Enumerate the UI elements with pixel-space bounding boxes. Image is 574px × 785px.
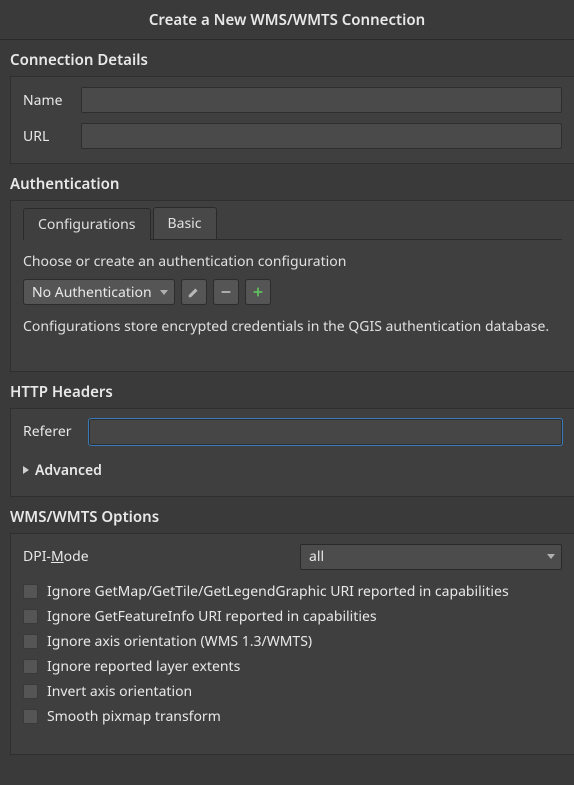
dpi-mode-combo[interactable]: all [300,544,562,570]
dpi-mode-combo-value: all [309,547,324,566]
advanced-label: Advanced [35,461,102,480]
name-label: Name [23,91,71,110]
add-auth-button[interactable] [245,279,271,305]
check-ignore-getmap-label[interactable]: Ignore GetMap/GetTile/GetLegendGraphic U… [47,582,509,601]
connection-details-header: Connection Details [0,40,574,76]
minus-icon [219,285,233,299]
check-ignore-getfeatureinfo[interactable] [23,609,38,624]
advanced-disclosure[interactable]: Advanced [23,455,562,486]
check-ignore-getfeatureinfo-label[interactable]: Ignore GetFeatureInfo URI reported in ca… [47,607,377,626]
remove-auth-button[interactable] [213,279,239,305]
check-smooth-pixmap[interactable] [23,709,38,724]
options-group: DPI-Mode all Ignore GetMap/GetTile/GetLe… [10,533,574,755]
edit-auth-button[interactable] [181,279,207,305]
auth-config-combo-value: No Authentication [32,283,152,302]
check-ignore-getmap[interactable] [23,584,38,599]
url-label: URL [23,127,71,146]
dpi-mode-label: DPI-Mode [23,547,89,566]
chevron-down-icon [547,554,555,559]
tab-configurations[interactable]: Configurations [23,208,151,240]
check-invert-axis[interactable] [23,684,38,699]
chevron-down-icon [160,290,168,295]
plus-icon [251,285,265,299]
name-field[interactable] [81,87,562,113]
triangle-right-icon [23,466,29,474]
check-ignore-layer-extents-label[interactable]: Ignore reported layer extents [47,657,240,676]
auth-hint: Configurations store encrypted credentia… [23,317,562,337]
http-headers-group: Referer Advanced [10,408,574,497]
auth-tab-body: Choose or create an authentication confi… [23,240,562,337]
check-ignore-axis-orientation-label[interactable]: Ignore axis orientation (WMS 1.3/WMTS) [47,632,312,651]
referer-field[interactable] [89,419,562,445]
tab-basic[interactable]: Basic [153,207,217,239]
options-header: WMS/WMTS Options [0,497,574,533]
dialog-title-text: Create a New WMS/WMTS Connection [149,10,425,30]
pencil-icon [187,285,201,299]
check-smooth-pixmap-label[interactable]: Smooth pixmap transform [47,707,221,726]
check-ignore-layer-extents[interactable] [23,659,38,674]
check-invert-axis-label[interactable]: Invert axis orientation [47,682,192,701]
auth-tab-strip: Configurations Basic [23,207,562,240]
auth-config-combo[interactable]: No Authentication [23,279,175,305]
url-field[interactable] [81,123,562,149]
http-headers-header: HTTP Headers [0,372,574,408]
check-ignore-axis-orientation[interactable] [23,634,38,649]
dialog-title: Create a New WMS/WMTS Connection [0,0,574,40]
connection-details-group: Name URL [10,76,574,164]
authentication-header: Authentication [0,164,574,200]
referer-label: Referer [23,422,79,441]
authentication-group: Configurations Basic Choose or create an… [10,200,574,372]
auth-choose-label: Choose or create an authentication confi… [23,252,562,271]
